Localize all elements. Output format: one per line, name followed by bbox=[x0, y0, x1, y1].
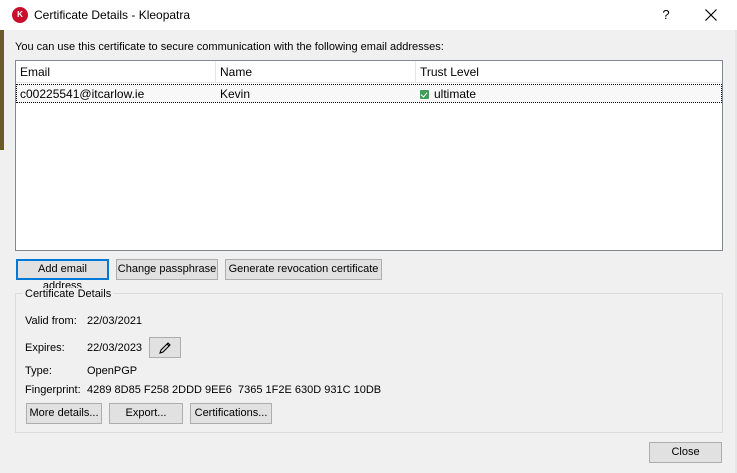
type-value: OpenPGP bbox=[87, 365, 138, 377]
pencil-icon bbox=[159, 342, 171, 354]
cell-name: Kevin bbox=[220, 87, 251, 101]
trust-check-icon bbox=[420, 89, 429, 99]
export-button[interactable]: Export... bbox=[109, 403, 183, 424]
edit-expiry-button[interactable] bbox=[149, 337, 181, 358]
email-table[interactable]: Email Name Trust Level c00225541@itcarlo… bbox=[15, 60, 723, 251]
fingerprint-label: Fingerprint: bbox=[25, 384, 81, 396]
close-button[interactable]: Close bbox=[649, 442, 722, 463]
column-header-email[interactable]: Email bbox=[16, 61, 216, 83]
expires-label: Expires: bbox=[25, 342, 65, 354]
column-header-trust-level[interactable]: Trust Level bbox=[416, 61, 722, 83]
cell-trust-level: ultimate bbox=[420, 85, 476, 103]
change-passphrase-button[interactable]: Change passphrase bbox=[116, 259, 218, 280]
close-icon bbox=[705, 9, 717, 21]
valid-from-value: 22/03/2021 bbox=[87, 315, 143, 327]
column-header-name[interactable]: Name bbox=[216, 61, 416, 83]
window-title: Certificate Details - Kleopatra bbox=[34, 8, 191, 22]
generate-revocation-button[interactable]: Generate revocation certificate bbox=[225, 259, 382, 280]
add-email-button[interactable]: Add email address bbox=[16, 259, 109, 292]
kleopatra-app-icon: K bbox=[12, 7, 28, 23]
trust-level-value: ultimate bbox=[434, 87, 477, 101]
table-header: Email Name Trust Level bbox=[16, 61, 722, 83]
group-title: Certificate Details bbox=[23, 288, 114, 300]
title-bar: K Certificate Details - Kleopatra ? bbox=[0, 0, 737, 30]
fingerprint-value: 4289 8D85 F258 2DDD 9EE6 7365 1F2E 630D … bbox=[87, 384, 382, 396]
help-button[interactable]: ? bbox=[652, 0, 680, 30]
intro-text: You can use this certificate to secure c… bbox=[15, 41, 444, 53]
valid-from-label: Valid from: bbox=[25, 315, 77, 327]
expires-value: 22/03/2023 bbox=[87, 342, 143, 354]
type-label: Type: bbox=[25, 365, 52, 377]
background-window-edge bbox=[0, 30, 4, 150]
certifications-button[interactable]: Certifications... bbox=[190, 403, 272, 424]
table-row[interactable]: c00225541@itcarlow.ie Kevin ultimate bbox=[16, 84, 722, 103]
window-close-button[interactable] bbox=[696, 0, 726, 30]
more-details-button[interactable]: More details... bbox=[26, 403, 102, 424]
cell-email: c00225541@itcarlow.ie bbox=[20, 87, 145, 101]
